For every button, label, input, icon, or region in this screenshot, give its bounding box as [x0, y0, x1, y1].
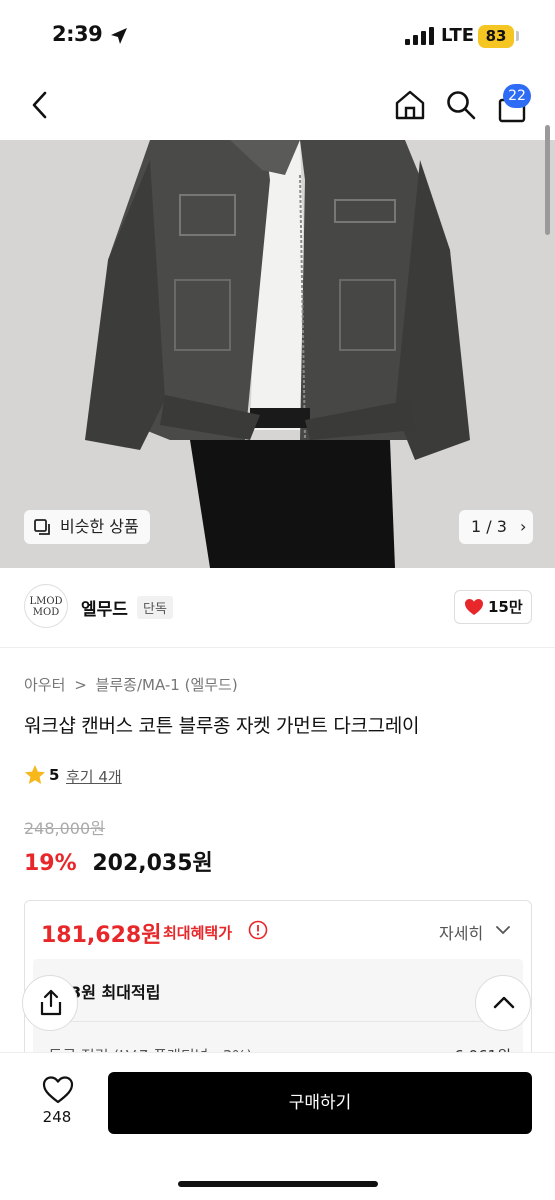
image-page-indicator[interactable]: 1 / 3 › [459, 510, 533, 544]
buy-button[interactable]: 구매하기 [108, 1072, 532, 1134]
breadcrumb-separator: > [74, 676, 87, 694]
heart-outline-icon [42, 1076, 74, 1104]
jacket-illustration [0, 140, 555, 568]
chevron-right-icon: › [520, 517, 527, 536]
rating-score: 5 [49, 766, 60, 784]
benefit-divider [33, 1021, 523, 1022]
share-icon [40, 989, 62, 1016]
brand-like-count: 15만 [488, 598, 523, 616]
battery-tip [516, 31, 519, 41]
max-benefit-price: 181,628원 [41, 923, 162, 948]
star-icon [25, 765, 45, 784]
share-button[interactable] [22, 975, 78, 1031]
scroll-top-button[interactable] [475, 975, 531, 1031]
battery-level: 83 [478, 25, 514, 48]
brand-like-button[interactable]: 15만 [454, 590, 532, 624]
similar-label: 비슷한 상품 [60, 517, 139, 536]
similar-products-button[interactable]: 비슷한 상품 [24, 510, 150, 544]
heart-icon [465, 599, 483, 615]
cart-count-badge: 22 [503, 84, 531, 108]
status-time: 2:39 [52, 22, 103, 46]
brand-logo[interactable]: LMOD MOD [24, 584, 68, 628]
max-benefit-label: 최대혜택가 [163, 924, 233, 942]
exclusive-badge: 단독 [137, 596, 173, 619]
page-indicator-text: 1 / 3 [471, 517, 507, 536]
scrollbar[interactable] [545, 125, 550, 235]
review-link[interactable]: 후기 4개 [66, 766, 122, 787]
price-row: 19% 202,035원 [24, 845, 213, 877]
breadcrumb-category[interactable]: 아우터 [24, 676, 65, 694]
discount-rate: 19% [24, 851, 77, 876]
chevron-up-icon [493, 996, 515, 1009]
sale-price: 202,035원 [92, 851, 213, 876]
info-icon[interactable] [248, 920, 268, 940]
chevron-down-icon[interactable] [495, 924, 511, 936]
home-icon[interactable] [393, 88, 427, 122]
detail-link[interactable]: 자세히 [439, 920, 483, 944]
original-price: 248,000원 [24, 819, 105, 838]
location-arrow-icon [111, 28, 127, 44]
status-bar: 2:39 LTE 83 [0, 0, 555, 72]
network-label: LTE [441, 25, 475, 46]
similar-icon [34, 519, 50, 535]
wishlist-button[interactable] [38, 1075, 78, 1108]
brand-name[interactable]: 엘무드 [81, 595, 128, 620]
benefit-summary[interactable]: 181,628원 최대혜택가 자세히 [25, 901, 531, 961]
back-icon[interactable] [28, 90, 52, 120]
breadcrumb: 아우터 > 블루종/MA-1 (엘무드) [24, 674, 242, 695]
product-title: 워크샵 캔버스 코튼 블루종 자켓 가먼트 다크그레이 [24, 715, 420, 737]
search-icon[interactable] [445, 89, 477, 121]
wishlist-count: 248 [42, 1108, 72, 1126]
breadcrumb-subcategory[interactable]: 블루종/MA-1 (엘무드) [96, 676, 238, 694]
home-indicator [178, 1181, 378, 1187]
product-image[interactable] [0, 140, 555, 568]
signal-icon [405, 27, 434, 45]
